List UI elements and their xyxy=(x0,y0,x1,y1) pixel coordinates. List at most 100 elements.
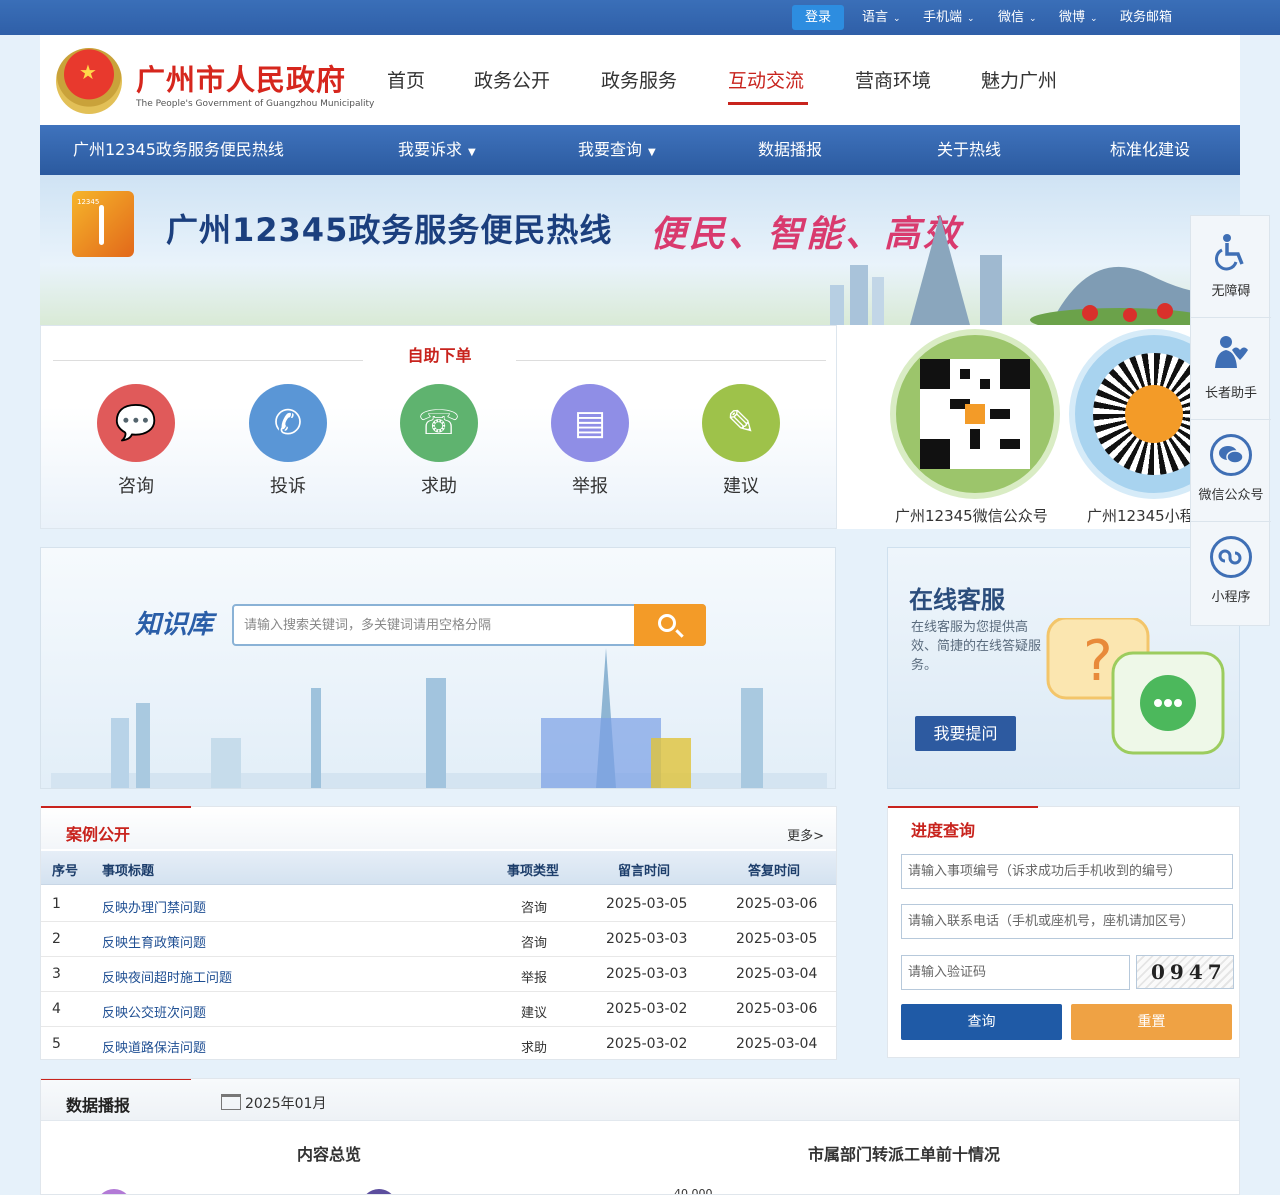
calendar-icon[interactable] xyxy=(221,1094,241,1110)
weibo-menu[interactable]: 微博 ⌄ xyxy=(1059,0,1098,35)
data-broadcast-date[interactable]: 2025年01月 xyxy=(245,1093,326,1113)
hotline-logo-icon: 12345 xyxy=(72,191,134,257)
accessibility-button[interactable]: 无障碍 xyxy=(1191,216,1271,318)
service-consult[interactable]: 💬 咨询 xyxy=(96,384,176,498)
progress-title: 进度查询 xyxy=(911,821,976,840)
login-button[interactable]: 登录 xyxy=(792,5,844,30)
subnav-query[interactable]: 我要查询 ▼ xyxy=(578,125,656,175)
customer-service-illustration: ? xyxy=(1046,618,1225,755)
case-title-link[interactable]: 反映办理门禁问题 xyxy=(102,897,206,916)
cases-more-link[interactable]: 更多> xyxy=(787,825,824,844)
hotline-title[interactable]: 广州12345政务服务便民热线 xyxy=(73,125,284,175)
site-subtitle: The People's Government of Guangzhou Mun… xyxy=(136,99,375,109)
data-broadcast-panel: 数据播报 2025年01月 内容总览 市属部门转派工单前十情况 40,000 xyxy=(40,1078,1240,1195)
case-id-input[interactable] xyxy=(902,855,1232,888)
service-report[interactable]: ▤ 举报 xyxy=(550,384,630,498)
chevron-down-icon: ⌄ xyxy=(967,14,975,24)
mobile-menu[interactable]: 手机端 ⌄ xyxy=(923,0,975,35)
divider xyxy=(516,360,826,361)
col-title: 事项标题 xyxy=(102,864,155,879)
self-order-panel: 自助下单 💬 咨询 ✆ 投诉 ☏ 求助 ▤ 举报 ✎ 建议 xyxy=(40,325,837,529)
case-title-link[interactable]: 反映公交班次问题 xyxy=(102,1002,206,1021)
subnav-data[interactable]: 数据播报 xyxy=(758,125,822,175)
elder-helper-button[interactable]: 长者助手 xyxy=(1191,318,1271,420)
case-title-link[interactable]: 反映道路保洁问题 xyxy=(102,1037,206,1056)
cases-title: 案例公开 xyxy=(66,825,131,844)
red-accent-line xyxy=(41,1079,191,1080)
phone-input[interactable] xyxy=(902,905,1232,938)
svg-text:?: ? xyxy=(1083,629,1113,694)
phone-icon: ✆ xyxy=(249,384,327,462)
red-accent-line xyxy=(888,806,1038,808)
service-complaint[interactable]: ✆ 投诉 xyxy=(248,384,328,498)
mini-program-button[interactable]: 小程序 xyxy=(1191,522,1271,624)
nav-home[interactable]: 首页 xyxy=(387,66,425,93)
col-answered: 答复时间 xyxy=(748,864,801,879)
knowledge-base-panel: 知识库 xyxy=(40,547,836,789)
city-skyline-image xyxy=(830,215,1240,325)
nav-business-env[interactable]: 营商环境 xyxy=(855,66,931,93)
col-asked: 留言时间 xyxy=(618,864,671,879)
site-title[interactable]: 广州市人民政府 xyxy=(136,57,346,99)
floating-sidebar: 无障碍 长者助手 微信公众号 小程序 xyxy=(1190,215,1271,626)
service-suggest[interactable]: ✎ 建议 xyxy=(701,384,781,498)
col-no: 序号 xyxy=(52,864,79,879)
top10-title: 市属部门转派工单前十情况 xyxy=(808,1145,1001,1164)
hero-banner: 12345 广州12345政务服务便民热线 便民、智能、高效 xyxy=(40,175,1240,325)
data-broadcast-header: 数据播报 2025年01月 xyxy=(41,1079,1239,1121)
wechat-qr-label: 广州12345微信公众号 xyxy=(895,507,1048,525)
subnav-appeal[interactable]: 我要诉求 ▼ xyxy=(398,125,476,175)
service-help[interactable]: ☏ 求助 xyxy=(399,384,479,498)
reset-button[interactable]: 重置 xyxy=(1071,1004,1232,1040)
table-row: 5 反映道路保洁问题 求助 2025-03-02 2025-03-04 xyxy=(52,1036,818,1056)
query-button[interactable]: 查询 xyxy=(901,1004,1062,1040)
national-emblem-icon[interactable]: ★ xyxy=(56,48,122,114)
nav-gov-service[interactable]: 政务服务 xyxy=(601,66,677,93)
table-row: 2 反映生育政策问题 咨询 2025-03-03 2025-03-05 xyxy=(41,922,836,957)
hotline-nav: 广州12345政务服务便民热线 我要诉求 ▼ 我要查询 ▼ 数据播报 关于热线 标准… xyxy=(40,125,1240,175)
wechat-icon xyxy=(1210,434,1252,476)
overview-stat-icon xyxy=(361,1189,397,1194)
knowledge-base-title: 知识库 xyxy=(135,610,214,640)
captcha-input[interactable] xyxy=(902,956,1129,989)
online-service-title: 在线客服 xyxy=(909,586,1005,614)
wechat-qr-code[interactable] xyxy=(890,329,1060,499)
gov-mail-link[interactable]: 政务邮箱 xyxy=(1120,0,1172,35)
data-broadcast-title: 数据播报 xyxy=(66,1096,131,1115)
qr-code-area: 广州12345微信公众号 广州12345小程序 xyxy=(837,325,1240,529)
chart-axis-tick: 40,000 xyxy=(674,1187,713,1195)
chevron-down-icon: ⌄ xyxy=(1090,14,1098,24)
case-id-field xyxy=(901,854,1233,889)
site-header: ★ 广州市人民政府 The People's Government of Gua… xyxy=(40,35,1240,125)
cases-table-header: 序号 事项标题 事项类型 留言时间 答复时间 xyxy=(41,851,836,885)
wheelchair-icon xyxy=(1210,230,1252,272)
banner-title: 广州12345政务服务便民热线 xyxy=(166,211,613,249)
language-menu[interactable]: 语言 ⌄ xyxy=(862,0,901,35)
ask-question-button[interactable]: 我要提问 xyxy=(915,716,1016,751)
case-title-link[interactable]: 反映夜间超时施工问题 xyxy=(102,967,232,986)
captcha-field xyxy=(901,955,1130,990)
subnav-standard[interactable]: 标准化建设 xyxy=(1110,125,1190,175)
knowledge-search-input[interactable] xyxy=(244,614,624,636)
red-accent-line xyxy=(41,806,191,808)
case-title-link[interactable]: 反映生育政策问题 xyxy=(102,932,206,951)
search-icon xyxy=(658,614,676,632)
chevron-down-icon: ⌄ xyxy=(1029,14,1037,24)
captcha-image[interactable]: 0947 xyxy=(1136,955,1234,989)
search-button[interactable] xyxy=(634,604,706,646)
nav-interaction[interactable]: 互动交流 xyxy=(728,66,804,93)
progress-query-panel: 进度查询 0947 查询 重置 xyxy=(887,806,1240,1058)
self-order-title: 自助下单 xyxy=(407,346,472,365)
wechat-official-button[interactable]: 微信公众号 xyxy=(1191,420,1271,522)
table-row: 1 反映办理门禁问题 咨询 2025-03-05 2025-03-06 xyxy=(41,887,836,922)
table-row: 4 反映公交班次问题 建议 2025-03-02 2025-03-06 xyxy=(41,992,836,1027)
subnav-about[interactable]: 关于热线 xyxy=(937,125,1001,175)
nav-gov-affairs-open[interactable]: 政务公开 xyxy=(474,66,550,93)
table-row: 3 反映夜间超时施工问题 举报 2025-03-03 2025-03-04 xyxy=(41,957,836,992)
wechat-menu[interactable]: 微信 ⌄ xyxy=(998,0,1037,35)
phone-field xyxy=(901,904,1233,939)
online-service-panel: 在线客服 在线客服为您提供高效、简捷的在线答疑服务。 我要提问 ? xyxy=(887,547,1240,789)
edit-icon: ✎ xyxy=(702,384,780,462)
nav-charm-guangzhou[interactable]: 魅力广州 xyxy=(981,66,1057,93)
mini-program-icon xyxy=(1210,536,1252,578)
